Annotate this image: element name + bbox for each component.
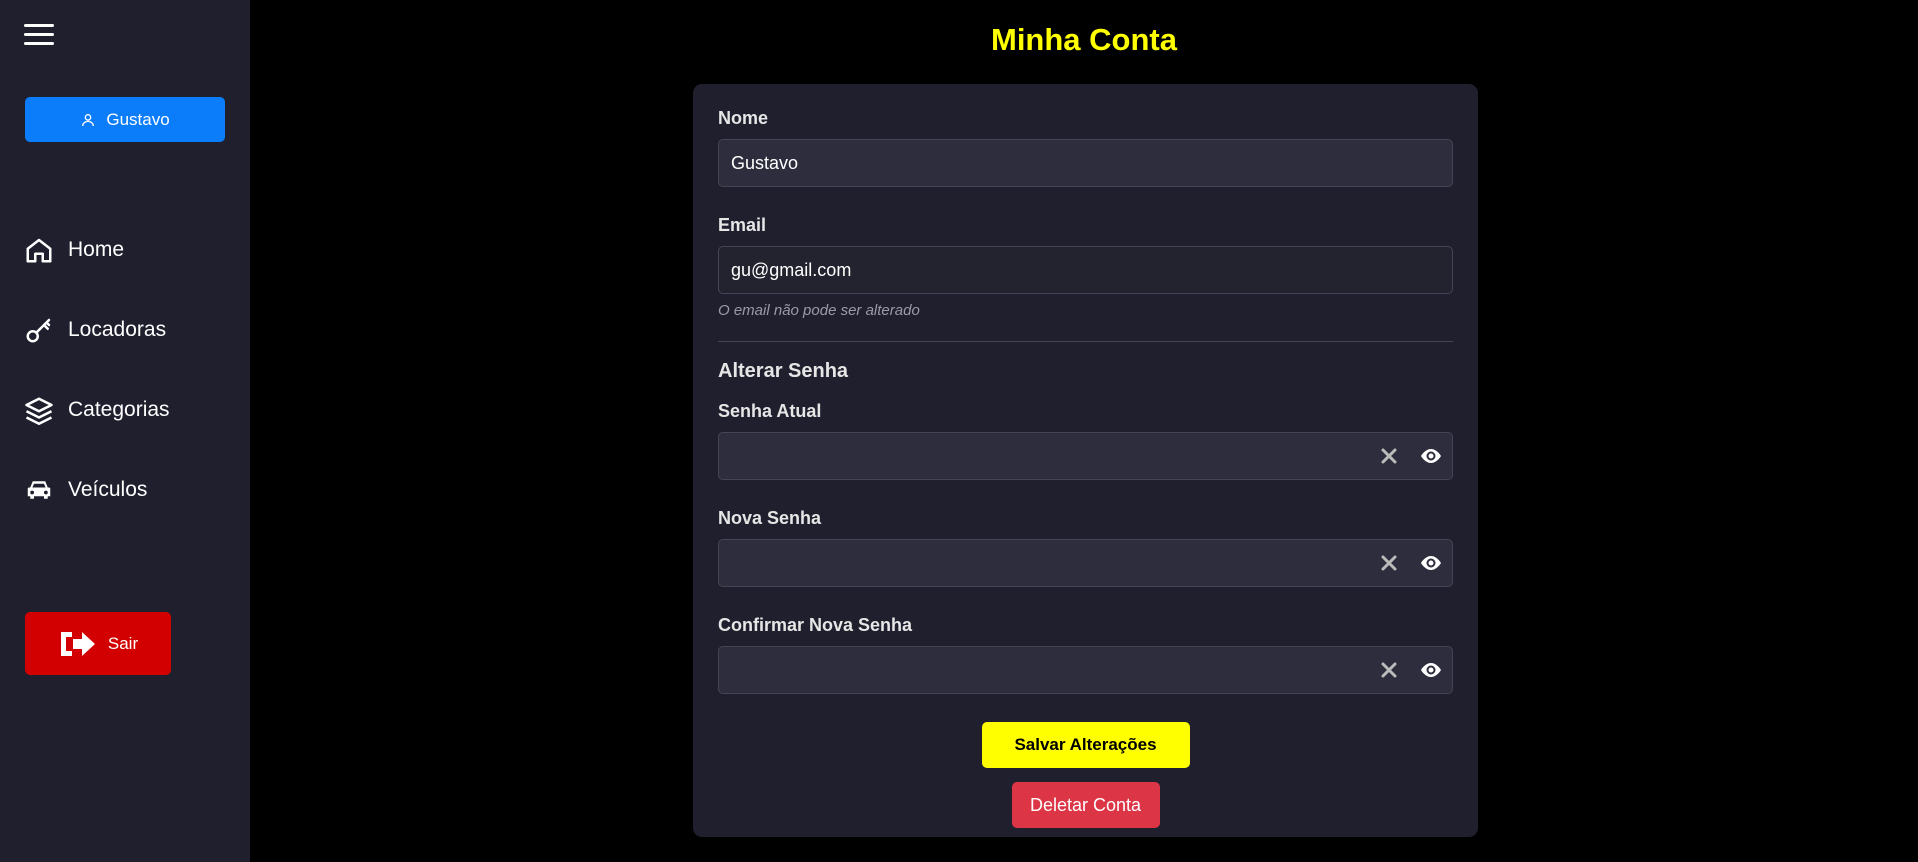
user-name: Gustavo	[106, 109, 170, 129]
page-title: Minha Conta	[991, 22, 1177, 57]
confirm-password-actions	[1377, 646, 1443, 694]
main-content: Minha Conta Nome Email O email não pode …	[250, 0, 1918, 862]
name-field-wrap	[718, 139, 1453, 187]
eye-icon[interactable]	[1419, 551, 1443, 575]
sidebar-item-label: Categorias	[68, 398, 170, 421]
form-actions: Salvar Alterações Deletar Conta	[718, 722, 1453, 828]
password-section-title: Alterar Senha	[718, 360, 849, 382]
key-icon	[26, 318, 51, 343]
confirm-password-label: Confirmar Nova Senha	[718, 615, 913, 635]
sidebar-item-label: Home	[68, 238, 125, 261]
divider	[718, 341, 1453, 342]
name-input[interactable]	[718, 139, 1453, 187]
logout-button[interactable]: Sair	[25, 612, 171, 675]
email-label: Email	[718, 215, 767, 235]
car-icon	[27, 481, 51, 499]
new-password-wrap	[718, 539, 1453, 587]
sidebar-item-categorias[interactable]: Categorias	[0, 370, 250, 450]
eye-icon[interactable]	[1419, 444, 1443, 468]
user-icon	[82, 113, 95, 126]
confirm-password-input[interactable]	[718, 646, 1453, 694]
eye-icon[interactable]	[1419, 658, 1443, 682]
confirm-password-wrap	[718, 646, 1453, 694]
sign-out-icon	[60, 631, 95, 656]
sidebar-item-locadoras[interactable]: Locadoras	[0, 290, 250, 370]
current-password-label: Senha Atual	[718, 401, 822, 421]
layers-icon	[25, 397, 53, 425]
sidebar: Gustavo Home Locadoras Categorias Veícul…	[0, 0, 250, 862]
email-hint: O email não pode ser alterado	[718, 302, 920, 319]
clear-icon[interactable]	[1377, 658, 1401, 682]
current-password-input[interactable]	[718, 432, 1453, 480]
name-label: Nome	[718, 108, 769, 128]
sidebar-item-veiculos[interactable]: Veículos	[0, 450, 250, 530]
save-button[interactable]: Salvar Alterações	[981, 722, 1190, 768]
current-password-actions	[1377, 432, 1443, 480]
clear-icon[interactable]	[1377, 551, 1401, 575]
email-field-wrap	[718, 246, 1453, 294]
sidebar-item-label: Locadoras	[68, 318, 167, 341]
logout-label: Sair	[107, 633, 139, 653]
app: Gustavo Home Locadoras Categorias Veícul…	[0, 0, 1918, 862]
sidebar-nav: Home Locadoras Categorias Veículos	[0, 210, 250, 530]
new-password-input[interactable]	[718, 539, 1453, 587]
home-icon	[26, 238, 52, 263]
user-profile-button[interactable]: Gustavo	[25, 97, 225, 142]
sidebar-item-label: Veículos	[68, 478, 148, 501]
hamburger-icon[interactable]	[24, 24, 54, 46]
new-password-actions	[1377, 539, 1443, 587]
account-form-card: Nome Email O email não pode ser alterado…	[693, 84, 1478, 837]
new-password-label: Nova Senha	[718, 508, 822, 528]
sidebar-item-home[interactable]: Home	[0, 210, 250, 290]
delete-account-button[interactable]: Deletar Conta	[1011, 782, 1160, 828]
email-input	[718, 246, 1453, 294]
clear-icon[interactable]	[1377, 444, 1401, 468]
current-password-wrap	[718, 432, 1453, 480]
